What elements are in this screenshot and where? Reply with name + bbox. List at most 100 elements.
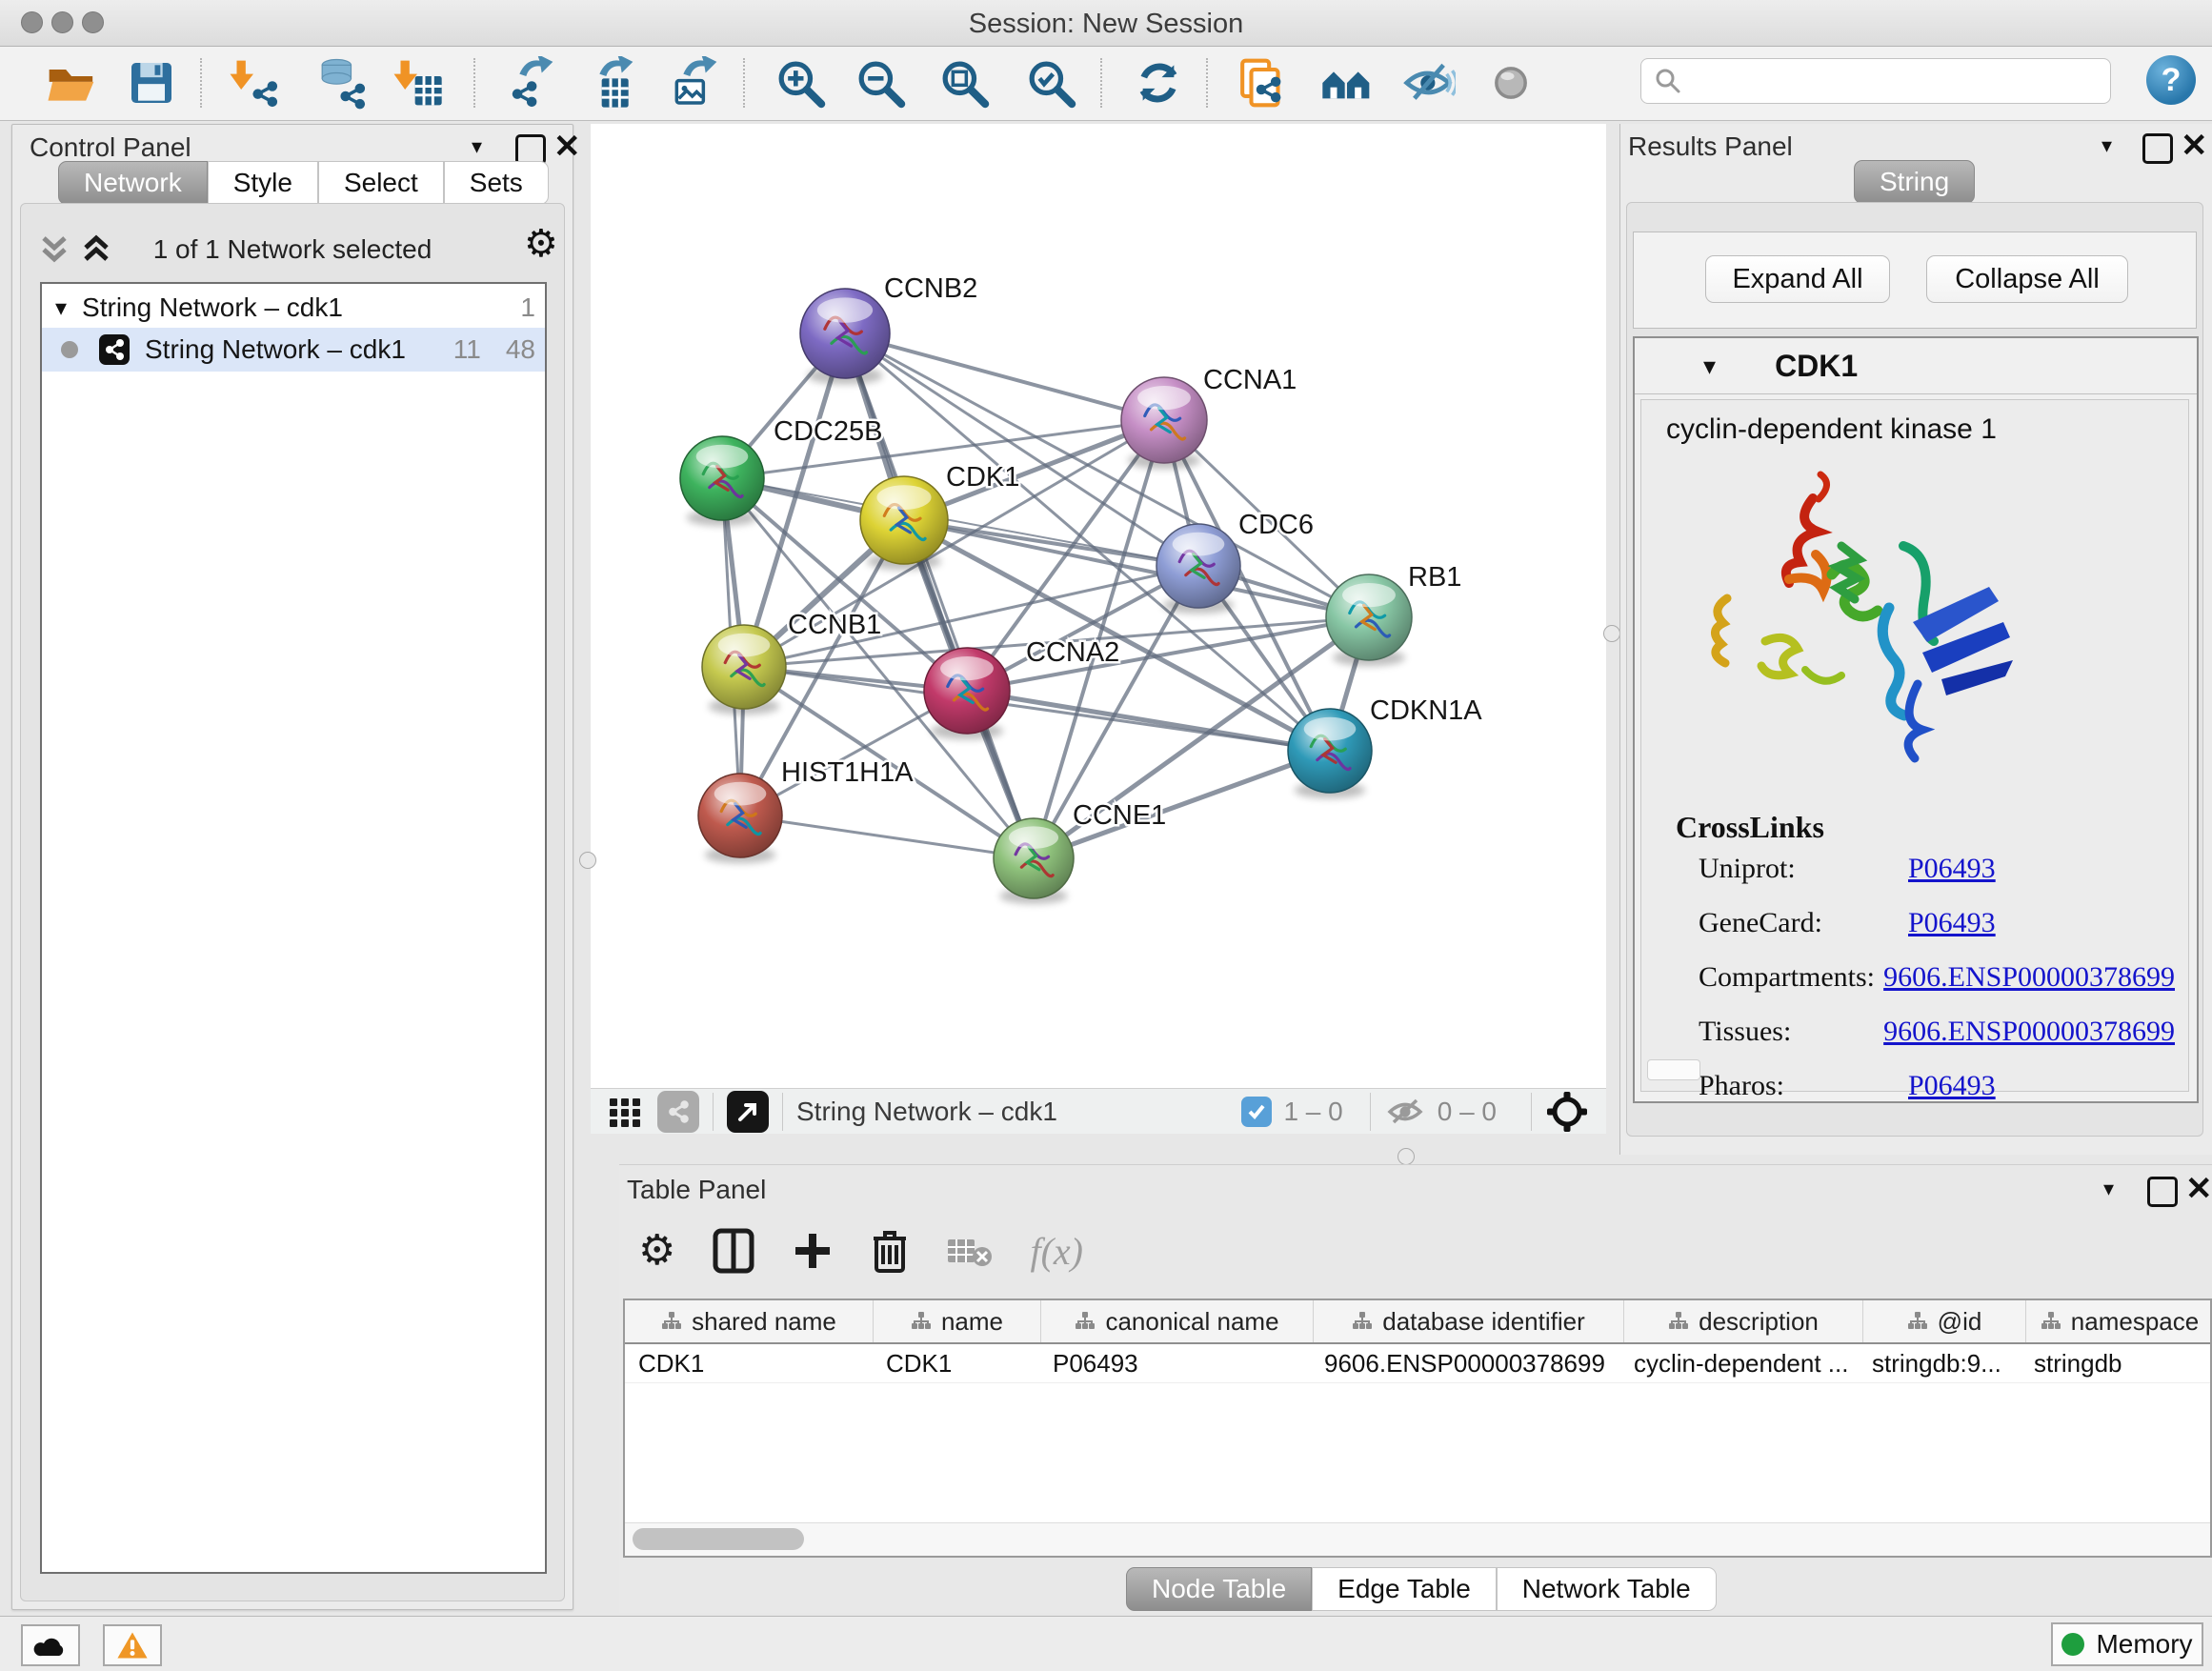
results-hscrollbar-thumb[interactable]	[1647, 1059, 1700, 1080]
table-settings-gear-icon[interactable]: ⚙	[638, 1230, 675, 1272]
selected-checkbox-icon[interactable]	[1241, 1097, 1272, 1127]
export-image-button[interactable]	[668, 56, 721, 110]
zoom-selected-button[interactable]	[1024, 56, 1077, 110]
table-panel-menu-icon[interactable]: ▾	[2103, 1177, 2114, 1201]
hide-selected-button[interactable]	[1402, 56, 1456, 110]
column-header-shared-name[interactable]: shared name	[625, 1300, 874, 1342]
save-session-button[interactable]	[125, 56, 178, 110]
collection-expand-icon[interactable]: ▾	[55, 294, 67, 322]
thumbnail-grid-icon[interactable]	[606, 1093, 644, 1131]
column-header-name[interactable]: name	[874, 1300, 1041, 1342]
table-hscrollbar[interactable]	[625, 1522, 2210, 1556]
tab-select[interactable]: Select	[318, 161, 444, 205]
add-column-icon[interactable]	[792, 1230, 834, 1272]
node-CCNA2[interactable]	[924, 648, 1010, 739]
export-table-button[interactable]	[584, 56, 637, 110]
network-collection-row[interactable]: ▾ String Network – cdk1 1	[42, 284, 545, 328]
search-field[interactable]	[1683, 66, 2110, 97]
memory-button[interactable]: Memory	[2051, 1622, 2203, 1666]
fit-selected-crosshair-icon[interactable]	[1545, 1090, 1589, 1134]
open-file-button[interactable]	[45, 56, 98, 110]
table-hscrollbar-thumb[interactable]	[633, 1528, 804, 1550]
node-CDKN1A[interactable]	[1288, 709, 1372, 798]
birdseye-view-icon[interactable]	[657, 1091, 699, 1133]
edge-CCNE1-HIST1H1A[interactable]	[740, 815, 1034, 858]
protein-collapse-icon[interactable]: ▾	[1703, 352, 1716, 381]
crosslink-link[interactable]: 9606.ENSP00000378699	[1883, 961, 2175, 994]
zoom-selected-icon	[1024, 56, 1077, 110]
collapse-all-button[interactable]: Collapse All	[1926, 255, 2128, 303]
tab-edge-table[interactable]: Edge Table	[1312, 1567, 1497, 1611]
edge-CCNB2-CCNA1[interactable]	[845, 333, 1164, 420]
results-panel-menu-icon[interactable]: ▾	[2101, 133, 2112, 158]
import-table-file-button[interactable]	[391, 56, 444, 110]
new-network-from-selection-button[interactable]	[1235, 56, 1288, 110]
cloud-status-button[interactable]	[21, 1624, 80, 1666]
node-RB1[interactable]	[1326, 574, 1412, 666]
zoom-fit-button[interactable]	[937, 56, 991, 110]
delete-table-icon[interactable]	[946, 1234, 994, 1268]
table-panel-float-icon[interactable]	[2147, 1177, 2178, 1207]
table-panel-close-icon[interactable]: ✕	[2185, 1177, 2212, 1201]
crosslink-link[interactable]: P06493	[1908, 1070, 1996, 1102]
show-all-button[interactable]	[1484, 56, 1538, 110]
search-input[interactable]	[1640, 58, 2111, 104]
node-CCNA1[interactable]	[1121, 377, 1207, 469]
protein-section-header[interactable]: ▾ CDK1	[1635, 338, 2197, 394]
network-options-gear-icon[interactable]: ⚙	[524, 225, 558, 263]
node-CCNB1[interactable]	[702, 625, 786, 715]
left-splitter-handle[interactable]	[579, 852, 596, 869]
bottom-splitter-handle[interactable]	[1398, 1148, 1415, 1165]
cell-name[interactable]: CDK1	[873, 1344, 1039, 1382]
node-CDC6[interactable]	[1156, 524, 1240, 614]
tab-network-table[interactable]: Network Table	[1497, 1567, 1717, 1611]
column-header-namespace[interactable]: namespace	[2026, 1300, 2212, 1342]
column-header-database-identifier[interactable]: database identifier	[1314, 1300, 1624, 1342]
node-CCNE1[interactable]	[994, 818, 1074, 904]
network-row-selected[interactable]: String Network – cdk1 11 48	[42, 328, 545, 372]
layout-refresh-button[interactable]	[1132, 56, 1185, 110]
column-header-@id[interactable]: @id	[1863, 1300, 2026, 1342]
control-panel-menu-icon[interactable]: ▾	[472, 134, 482, 159]
open-in-window-icon[interactable]	[727, 1091, 769, 1133]
results-panel-float-icon[interactable]	[2142, 133, 2173, 164]
cell-database-identifier[interactable]: 9606.ENSP00000378699	[1311, 1344, 1620, 1382]
network-canvas[interactable]: CCNB2CCNA1CDC25BCDK1CDC6RB1CCNB1CCNA2CDK…	[591, 124, 1606, 1088]
crosslink-link[interactable]: 9606.ENSP00000378699	[1883, 1016, 2175, 1048]
network-graph[interactable]: CCNB2CCNA1CDC25BCDK1CDC6RB1CCNB1CCNA2CDK…	[591, 124, 1606, 1088]
node-HIST1H1A[interactable]	[698, 774, 782, 863]
warnings-button[interactable]	[103, 1624, 162, 1666]
column-header-canonical-name[interactable]: canonical name	[1041, 1300, 1314, 1342]
delete-column-icon[interactable]	[870, 1227, 910, 1275]
table-panel: Table Panel ▾ ✕ ⚙ f(x) shared namenameca…	[619, 1164, 2212, 1613]
expand-all-button[interactable]: Expand All	[1705, 255, 1890, 303]
cell-namespace[interactable]: stringdb	[2021, 1344, 2207, 1382]
cell-description[interactable]: cyclin-dependent ...	[1620, 1344, 1859, 1382]
tab-node-table[interactable]: Node Table	[1126, 1567, 1312, 1611]
right-splitter-handle[interactable]	[1603, 625, 1620, 642]
collection-label: String Network – cdk1	[82, 292, 520, 323]
tab-string[interactable]: String	[1854, 160, 1975, 204]
first-neighbors-button[interactable]	[1320, 56, 1374, 110]
help-button[interactable]: ?	[2146, 55, 2196, 105]
table-row[interactable]: CDK1CDK1P064939606.ENSP00000378699cyclin…	[625, 1344, 2210, 1383]
tab-style[interactable]: Style	[208, 161, 318, 205]
crosslink-link[interactable]: P06493	[1908, 907, 1996, 939]
crosslink-link[interactable]: P06493	[1908, 853, 1996, 885]
show-columns-icon[interactable]	[712, 1227, 755, 1275]
zoom-out-button[interactable]	[854, 56, 907, 110]
cell-shared-name[interactable]: CDK1	[625, 1344, 873, 1382]
column-header-description[interactable]: description	[1624, 1300, 1863, 1342]
results-panel-close-icon[interactable]: ✕	[2181, 133, 2208, 158]
crosslink-row: Pharos: P06493	[1699, 1070, 2175, 1102]
control-panel-close-icon[interactable]: ✕	[553, 134, 581, 159]
import-network-database-button[interactable]	[314, 56, 368, 110]
cell-@id[interactable]: stringdb:9...	[1859, 1344, 2021, 1382]
zoom-in-button[interactable]	[774, 56, 827, 110]
tab-network[interactable]: Network	[58, 161, 208, 205]
function-builder-icon[interactable]: f(x)	[1030, 1229, 1083, 1274]
export-network-button[interactable]	[504, 56, 557, 110]
tab-sets[interactable]: Sets	[444, 161, 549, 205]
cell-canonical-name[interactable]: P06493	[1039, 1344, 1311, 1382]
import-network-file-button[interactable]	[227, 56, 280, 110]
